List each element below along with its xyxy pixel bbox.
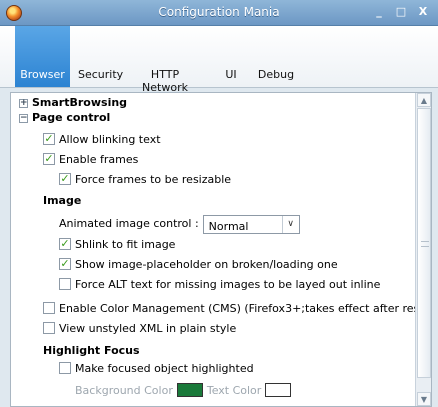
expand-icon[interactable]: + — [19, 98, 28, 108]
option-label: Force frames to be resizable — [75, 173, 232, 186]
option-label: Allow blinking text — [59, 133, 161, 146]
text-color-label: Text Color — [206, 384, 262, 397]
enable-frames-checkbox[interactable]: ✓ — [43, 153, 55, 165]
animated-image-label: Animated image control : — [59, 217, 199, 230]
title-bar: Configuration Mania _ □ X — [0, 0, 438, 26]
option-label: Force ALT text for missing images to be … — [75, 278, 381, 291]
minimize-button[interactable]: _ — [370, 4, 388, 21]
color-management-checkbox[interactable] — [43, 302, 55, 314]
close-button[interactable]: X — [414, 4, 432, 21]
tree-label: SmartBrowsing — [32, 96, 128, 109]
tree-label: Page control — [32, 111, 111, 124]
background-color-label: Background Color — [75, 384, 173, 397]
vertical-scrollbar[interactable]: ▲ ▼ — [415, 93, 431, 406]
collapse-icon[interactable]: − — [19, 113, 28, 123]
scroll-down-icon[interactable]: ▼ — [417, 392, 431, 406]
tab-debug[interactable]: Debug — [256, 26, 296, 87]
option-unstyled-xml[interactable]: View unstyled XML in plain style — [43, 321, 236, 337]
force-alt-checkbox[interactable] — [59, 278, 71, 290]
maximize-button[interactable]: □ — [392, 4, 410, 21]
show-placeholder-checkbox[interactable]: ✓ — [59, 258, 71, 270]
tab-browser[interactable]: Browser — [15, 26, 70, 87]
scrollbar-thumb[interactable] — [417, 108, 431, 378]
shlink-fit-checkbox[interactable]: ✓ — [59, 238, 71, 250]
animated-image-select[interactable]: Normal ∨ — [202, 214, 300, 234]
option-allow-blinking[interactable]: ✓ Allow blinking text — [43, 132, 161, 148]
tab-ui[interactable]: UI — [221, 26, 241, 87]
tree-item-page-control[interactable]: − Page control — [19, 110, 110, 126]
option-color-management[interactable]: Enable Color Management (CMS) (Firefox3+… — [43, 301, 416, 317]
grip-icon — [421, 241, 429, 247]
settings-tree: + SmartBrowsing − Page control ✓ Allow blin… — [11, 93, 416, 406]
chevron-down-icon[interactable]: ∨ — [281, 215, 299, 233]
select-value: Normal — [208, 219, 249, 233]
section-heading-image: Image — [43, 194, 82, 207]
section-heading-highlight-focus: Highlight Focus — [43, 344, 140, 357]
option-show-placeholder[interactable]: ✓ Show image-placeholder on broken/loadin… — [59, 257, 338, 273]
option-shlink-fit[interactable]: ✓ Shlink to fit image — [59, 237, 175, 253]
option-label: Show image-placeholder on broken/loading… — [75, 258, 338, 271]
highlight-colors: Background Color Text Color — [75, 382, 295, 400]
tree-item-smartbrowsing[interactable]: + SmartBrowsing — [19, 95, 127, 111]
allow-blinking-checkbox[interactable]: ✓ — [43, 133, 55, 145]
option-label: Enable Color Management (CMS) (Firefox3+… — [59, 302, 416, 315]
text-color-swatch[interactable] — [265, 383, 292, 397]
force-frames-checkbox[interactable]: ✓ — [59, 173, 71, 185]
make-focused-checkbox[interactable] — [59, 362, 71, 374]
scroll-up-icon[interactable]: ▲ — [417, 93, 431, 107]
option-label: View unstyled XML in plain style — [59, 322, 237, 335]
option-label: Enable frames — [59, 153, 139, 166]
option-force-alt[interactable]: Force ALT text for missing images to be … — [59, 277, 380, 293]
settings-panel: + SmartBrowsing − Page control ✓ Allow blin… — [10, 92, 432, 407]
option-label: Shlink to fit image — [75, 238, 176, 251]
tab-bar: Browser Security HTTP Network UI Debug — [0, 26, 438, 94]
option-enable-frames[interactable]: ✓ Enable frames — [43, 152, 138, 168]
tab-security[interactable]: Security — [78, 26, 123, 87]
tab-http-network[interactable]: HTTP Network — [130, 26, 200, 94]
background-color-swatch[interactable] — [176, 383, 203, 397]
option-make-focused[interactable]: Make focused object highlighted — [59, 361, 254, 377]
unstyled-xml-checkbox[interactable] — [43, 322, 55, 334]
option-label: Make focused object highlighted — [75, 362, 254, 375]
animated-image-control: Animated image control : Normal ∨ — [59, 214, 300, 234]
option-force-frames-resizable[interactable]: ✓ Force frames to be resizable — [59, 172, 231, 188]
